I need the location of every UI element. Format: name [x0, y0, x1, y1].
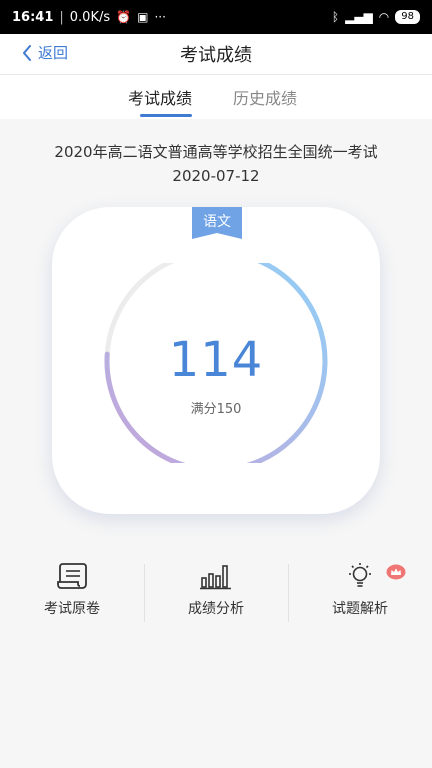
exam-name: 2020年高二语文普通高等学校招生全国统一考试: [54, 143, 378, 161]
status-separator: |: [59, 9, 64, 25]
question-analysis-button[interactable]: 试题解析: [288, 560, 432, 624]
alarm-off-icon: ⏰: [116, 10, 132, 24]
lightbulb-icon: [343, 562, 377, 590]
tab-bar: 考试成绩 历史成绩: [0, 75, 432, 119]
battery-indicator: 98: [395, 10, 420, 24]
tab-label: 考试成绩: [128, 89, 193, 108]
scroll-icon: [55, 562, 89, 590]
bluetooth-icon: ᛒ: [331, 10, 340, 24]
bar-chart-icon: [199, 562, 233, 590]
more-dots-icon: ···: [154, 10, 166, 24]
tab-label: 历史成绩: [233, 89, 298, 108]
exam-date: 2020-07-12: [172, 167, 260, 185]
status-time: 16:41: [12, 9, 54, 25]
exam-paper-button[interactable]: 考试原卷: [0, 560, 144, 624]
action-bar: 考试原卷 成绩分析 试题解析: [0, 560, 432, 624]
crown-icon: [386, 564, 406, 584]
network-speed: 0.0K/s: [69, 9, 111, 25]
page-title: 考试成绩: [180, 45, 252, 66]
tab-active-indicator: [140, 114, 192, 117]
signal-icon: ▂▄▆: [345, 10, 373, 24]
score-value: 114: [168, 332, 264, 388]
subject-ribbon: 语文: [192, 207, 242, 239]
full-mark: 满分150: [190, 402, 242, 417]
tab-exam-score[interactable]: 考试成绩: [128, 85, 193, 117]
wifi-icon: ◠: [378, 10, 390, 24]
exam-paper-label: 考试原卷: [44, 601, 100, 617]
tab-history-score[interactable]: 历史成绩: [233, 85, 297, 109]
subject-label: 语文: [203, 214, 231, 230]
question-analysis-label: 试题解析: [332, 601, 388, 617]
score-analysis-button[interactable]: 成绩分析: [144, 560, 288, 624]
score-analysis-label: 成绩分析: [188, 601, 244, 617]
score-card: 语文 114 满分150: [52, 207, 380, 514]
status-bar: 16:41 | 0.0K/s ⏰ ▣ ··· ᛒ ▂▄▆ ◠ 98: [0, 0, 432, 34]
message-icon: ▣: [137, 10, 149, 24]
exam-header: 2020年高二语文普通高等学校招生全国统一考试 2020-07-12: [0, 140, 432, 188]
nav-bar: 返回 考试成绩: [0, 34, 432, 75]
